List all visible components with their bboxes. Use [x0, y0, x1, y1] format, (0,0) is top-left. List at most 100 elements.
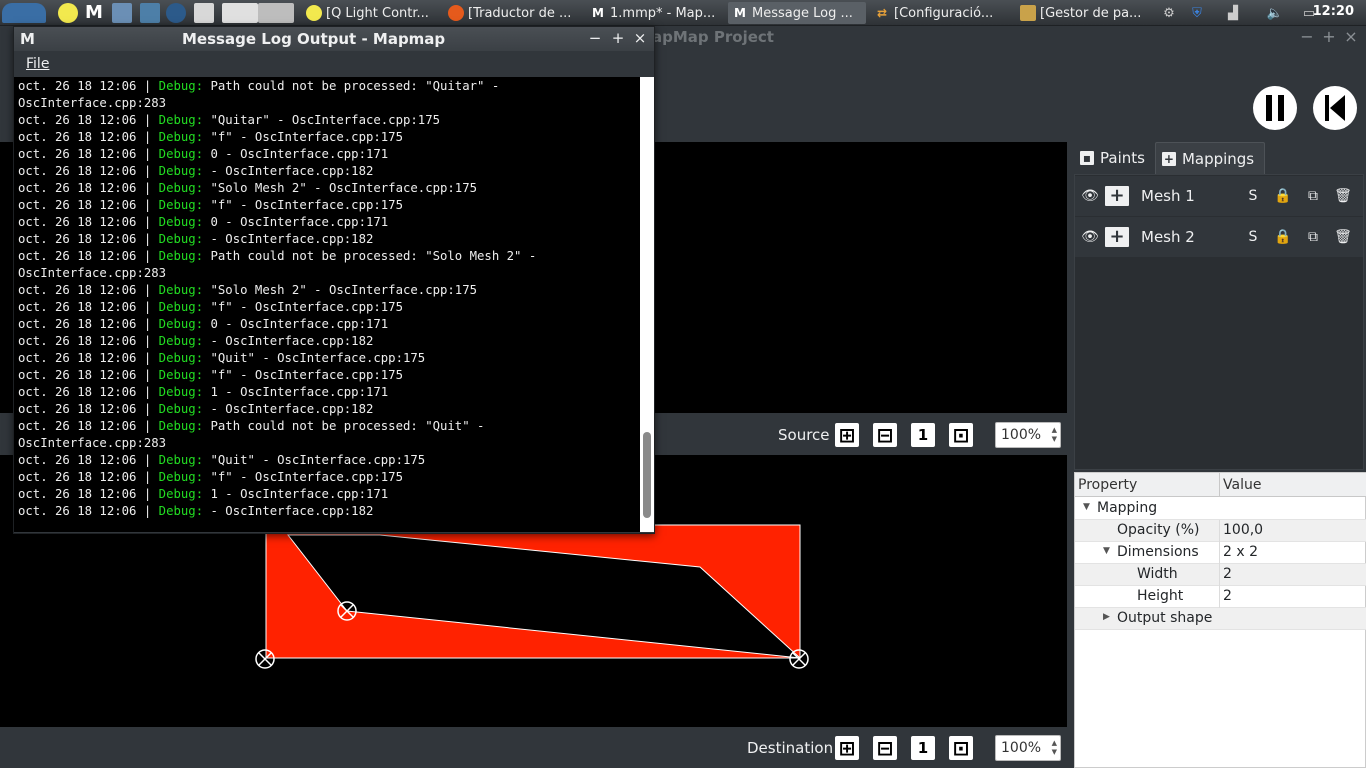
- trash-icon[interactable]: 🗑: [1333, 229, 1353, 245]
- log-minimize-button[interactable]: −: [586, 29, 604, 47]
- prop-row-opacity[interactable]: Opacity (%) 100,0: [1075, 520, 1366, 542]
- log-message: "Quit" - OscInterface.cpp:175: [203, 453, 426, 467]
- firefox-icon: [448, 5, 464, 21]
- expand-caret-icon[interactable]: ▶: [1103, 612, 1110, 622]
- header-property: Property: [1078, 477, 1138, 493]
- menu-file[interactable]: File: [26, 56, 49, 72]
- prop-row-height[interactable]: Height 2: [1075, 586, 1366, 608]
- message-log-window: M Message Log Output - Mapmap − + × File…: [13, 26, 655, 534]
- log-window-title: Message Log Output - Mapmap: [182, 30, 446, 48]
- log-close-button[interactable]: ×: [631, 29, 649, 47]
- destination-zoom-fit-button[interactable]: ⊡: [949, 736, 973, 760]
- source-zoom-fit-button[interactable]: ⊡: [949, 423, 973, 447]
- prop-row-width[interactable]: Width 2: [1075, 564, 1366, 586]
- task-qlc[interactable]: [Q Light Contr...: [302, 2, 440, 24]
- tray-volume-icon[interactable]: 🔈: [1266, 4, 1284, 22]
- destination-zoom-out-button[interactable]: ⊟: [873, 736, 897, 760]
- log-level: Debug:: [158, 470, 204, 484]
- eye-icon[interactable]: 👁: [1079, 188, 1101, 204]
- source-zoom-out-button[interactable]: ⊟: [873, 423, 897, 447]
- network-icon[interactable]: [140, 3, 160, 23]
- collapse-caret-icon[interactable]: ▼: [1083, 502, 1090, 512]
- prop-value[interactable]: 2: [1223, 566, 1232, 582]
- mapping-row-mesh-1[interactable]: 👁 + Mesh 1 S 🔒 ⧉ 🗑: [1075, 176, 1363, 216]
- zoom-in-icon: ⊞: [838, 423, 856, 447]
- prop-row-output-shape[interactable]: ▶ Output shape: [1075, 608, 1366, 630]
- tray-shield-icon[interactable]: ⛨: [1188, 4, 1206, 22]
- source-zoom-spinbox[interactable]: 100% ▲ ▼: [995, 422, 1061, 448]
- log-scrollbar[interactable]: [640, 77, 654, 532]
- source-label: Source: [778, 426, 830, 444]
- prop-value[interactable]: 100,0: [1223, 522, 1263, 538]
- log-message: 0 - OscInterface.cpp:171: [203, 147, 389, 161]
- right-panel: ▪ Paints + Mappings 👁 + Mesh 1 S 🔒 ⧉ 🗑 👁…: [1070, 142, 1366, 768]
- log-line: oct. 26 18 12:06 | Debug: - OscInterface…: [18, 231, 640, 248]
- task-mapmap-project[interactable]: M 1.mmp* - Map...: [586, 2, 724, 24]
- mesh-icon: +: [1105, 186, 1129, 206]
- property-table: Property Value ▼ Mapping Opacity (%) 100…: [1074, 472, 1366, 768]
- source-zoom-in-button[interactable]: ⊞: [835, 423, 859, 447]
- tab-mappings[interactable]: + Mappings: [1154, 142, 1266, 174]
- tab-paints[interactable]: ▪ Paints: [1074, 142, 1155, 174]
- log-output[interactable]: oct. 26 18 12:06 | Debug: Path could not…: [14, 77, 640, 532]
- prop-row-mapping[interactable]: ▼ Mapping: [1075, 498, 1366, 520]
- log-level: Debug:: [158, 283, 204, 297]
- skip-back-icon: [1325, 95, 1345, 121]
- mesh-vertex-handle[interactable]: [255, 649, 275, 669]
- tray-device-icon[interactable]: ⚙: [1160, 4, 1178, 22]
- duplicate-icon[interactable]: ⧉: [1303, 188, 1323, 204]
- mapping-row-mesh-2[interactable]: 👁 + Mesh 2 S 🔒 ⧉ 🗑: [1075, 217, 1363, 257]
- log-scrollbar-thumb[interactable]: [643, 432, 651, 518]
- lock-icon[interactable]: 🔒: [1273, 229, 1293, 245]
- log-timestamp: oct. 26 18 12:06 |: [18, 504, 159, 518]
- solo-button[interactable]: S: [1243, 188, 1263, 204]
- rewind-button[interactable]: [1313, 86, 1357, 130]
- log-message: - OscInterface.cpp:182: [203, 504, 374, 518]
- destination-zoom-in-button[interactable]: ⊞: [835, 736, 859, 760]
- log-message: 1 - OscInterface.cpp:171: [203, 487, 389, 501]
- prop-row-dimensions[interactable]: ▼ Dimensions 2 x 2: [1075, 542, 1366, 564]
- collapse-caret-icon[interactable]: ▼: [1103, 546, 1110, 556]
- mapmap-launcher-icon[interactable]: M: [84, 3, 104, 23]
- duplicate-icon[interactable]: ⧉: [1303, 229, 1323, 245]
- log-message: 0 - OscInterface.cpp:171: [203, 317, 389, 331]
- task-package-manager[interactable]: [Gestor de pa...: [1016, 2, 1156, 24]
- log-timestamp: oct. 26 18 12:06 |: [18, 470, 159, 484]
- main-minimize-button[interactable]: −: [1298, 27, 1316, 46]
- play-pause-button[interactable]: [1253, 86, 1297, 130]
- file-manager-icon[interactable]: [112, 3, 132, 23]
- main-close-button[interactable]: ×: [1342, 27, 1360, 46]
- log-message: "Quit" - OscInterface.cpp:175: [203, 351, 426, 365]
- start-menu-icon[interactable]: [2, 3, 46, 23]
- source-zoom-reset-button[interactable]: 1: [911, 423, 935, 447]
- desktop-2-icon[interactable]: [258, 3, 294, 23]
- window-icon[interactable]: [194, 3, 214, 23]
- log-level: Debug:: [158, 402, 204, 416]
- spin-arrows-icon[interactable]: ▲ ▼: [1052, 426, 1057, 444]
- log-message: - OscInterface.cpp:182: [203, 232, 374, 246]
- browser-launcher-icon[interactable]: [166, 3, 186, 23]
- log-level: Debug:: [158, 113, 204, 127]
- task-message-log[interactable]: M Message Log ...: [728, 2, 866, 24]
- destination-zoom-spinbox[interactable]: 100% ▲ ▼: [995, 735, 1061, 761]
- spin-arrows-icon[interactable]: ▲ ▼: [1052, 739, 1057, 757]
- destination-zoom-reset-button[interactable]: 1: [911, 736, 935, 760]
- lock-icon[interactable]: 🔒: [1273, 188, 1293, 204]
- eye-icon[interactable]: 👁: [1079, 229, 1101, 245]
- app-launcher-icon[interactable]: [58, 3, 78, 23]
- prop-value[interactable]: 2 x 2: [1223, 544, 1258, 560]
- mapping-list: 👁 + Mesh 1 S 🔒 ⧉ 🗑 👁 + Mesh 2 S 🔒 ⧉ 🗑: [1074, 174, 1364, 470]
- tray-signal-icon[interactable]: ▟: [1224, 4, 1242, 22]
- log-line: oct. 26 18 12:06 | Debug: 0 - OscInterfa…: [18, 146, 640, 163]
- prop-value[interactable]: 2: [1223, 588, 1232, 604]
- main-maximize-button[interactable]: +: [1320, 27, 1338, 46]
- mesh-shape[interactable]: [265, 524, 801, 660]
- task-translator[interactable]: [Traductor de ...: [444, 2, 582, 24]
- log-level: Debug:: [158, 419, 204, 433]
- task-settings[interactable]: ⇄ [Configuració...: [870, 2, 1012, 24]
- solo-button[interactable]: S: [1243, 229, 1263, 245]
- trash-icon[interactable]: 🗑: [1333, 188, 1353, 204]
- desktop-icon[interactable]: [222, 3, 258, 23]
- log-titlebar[interactable]: M Message Log Output - Mapmap − + ×: [14, 27, 654, 51]
- log-maximize-button[interactable]: +: [609, 29, 627, 47]
